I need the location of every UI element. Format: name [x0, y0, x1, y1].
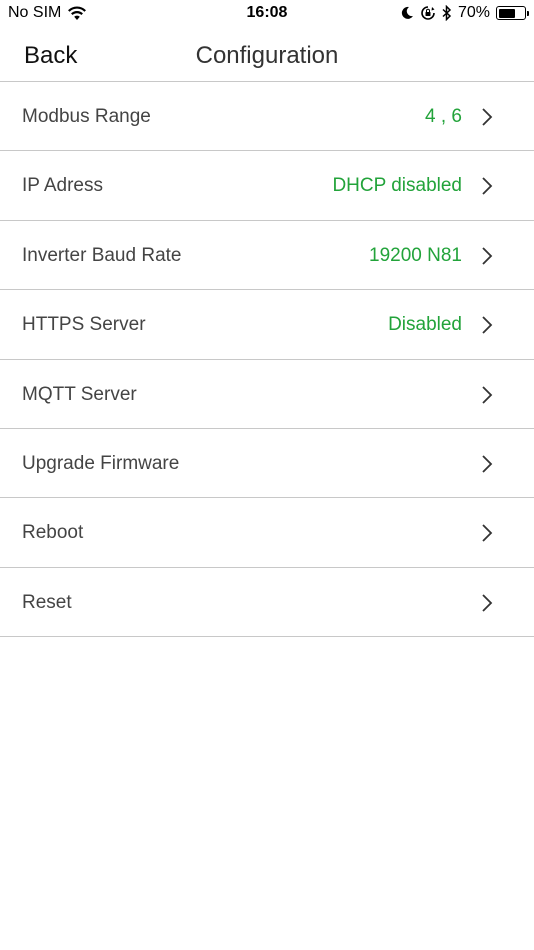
configuration-screen: No SIM 16:08 70% Configuration Back Modb…: [0, 0, 534, 950]
chevron-right-icon: [482, 455, 493, 473]
row-label: Inverter Baud Rate: [22, 244, 182, 266]
row-value: Disabled: [388, 314, 462, 336]
chevron-right-icon: [482, 316, 493, 334]
row-inverter-baud-rate[interactable]: Inverter Baud Rate 19200 N81: [0, 221, 534, 291]
rotation-lock-icon: [420, 5, 436, 21]
battery-percent: 70%: [457, 4, 490, 21]
row-label: HTTPS Server: [22, 314, 146, 336]
row-label: Reboot: [22, 522, 84, 544]
row-reset[interactable]: Reset: [0, 568, 534, 638]
navigation-bar: Configuration Back: [0, 28, 534, 82]
chevron-right-icon: [482, 247, 493, 265]
row-label: MQTT Server: [22, 383, 137, 405]
back-button[interactable]: Back: [24, 42, 77, 70]
row-upgrade-firmware[interactable]: Upgrade Firmware: [0, 429, 534, 499]
row-modbus-range[interactable]: Modbus Range 4 , 6: [0, 82, 534, 152]
moon-icon: [400, 6, 414, 20]
chevron-right-icon: [482, 177, 493, 196]
settings-list: Modbus Range 4 , 6 IP Adress DHCP disabl…: [0, 82, 534, 638]
chevron-right-icon: [482, 524, 493, 542]
battery-level: [498, 8, 516, 18]
chevron-right-icon: [482, 108, 493, 126]
status-right: 70%: [400, 4, 529, 22]
row-label: Modbus Range: [22, 106, 151, 127]
row-value: 19200 N81: [369, 244, 462, 266]
battery-tip: [526, 10, 529, 16]
chevron-right-icon: [482, 385, 493, 404]
row-mqtt-server[interactable]: MQTT Server: [0, 360, 534, 429]
row-value: 4 , 6: [425, 106, 462, 127]
row-label: Reset: [22, 591, 72, 613]
bluetooth-icon: [442, 5, 452, 21]
row-value: DHCP disabled: [332, 175, 462, 197]
row-https-server[interactable]: HTTPS Server Disabled: [0, 290, 534, 360]
page-title: Configuration: [195, 42, 339, 69]
row-reboot[interactable]: Reboot: [0, 498, 534, 568]
row-label: Upgrade Firmware: [22, 452, 180, 474]
battery-icon: [496, 6, 529, 20]
status-bar: No SIM 16:08 70%: [0, 0, 534, 28]
chevron-right-icon: [482, 594, 493, 612]
row-label: IP Adress: [22, 175, 103, 197]
row-ip-address[interactable]: IP Adress DHCP disabled: [0, 151, 534, 221]
